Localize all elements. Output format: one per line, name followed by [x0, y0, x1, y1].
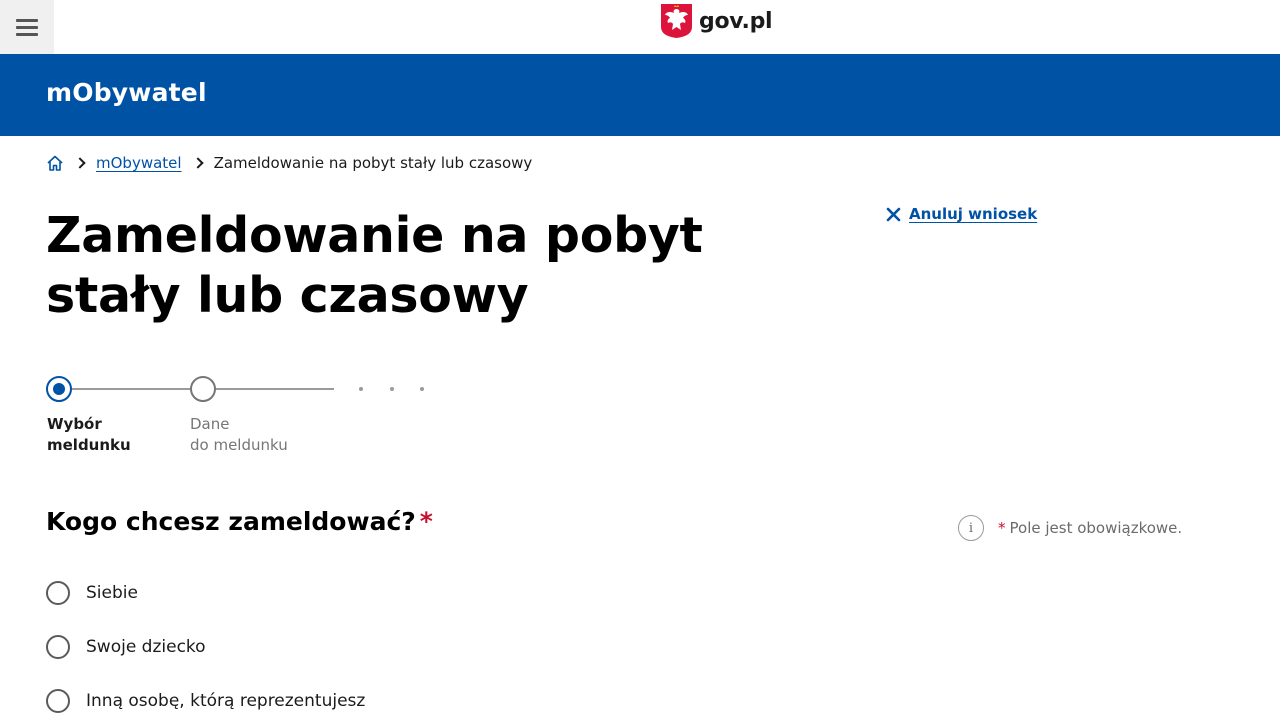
page-title: Zameldowanie na pobyt stały lub czasowy [46, 207, 703, 324]
required-note-star: * [998, 519, 1006, 537]
step-2-label: Dane do meldunku [190, 414, 288, 456]
polish-eagle-emblem-icon [661, 4, 692, 38]
step-1-label: Wybór meldunku [47, 414, 131, 456]
radio-option-self[interactable]: Siebie [46, 581, 138, 605]
breadcrumb-link-mobywatel[interactable]: mObywatel [96, 154, 182, 172]
radio-button[interactable] [46, 689, 70, 713]
question-text: Kogo chcesz zameldować? [46, 507, 416, 536]
cancel-label: Anuluj wniosek [909, 205, 1038, 223]
step-2-label-line1: Dane [190, 415, 230, 433]
step-1-label-line1: Wybór [47, 415, 102, 433]
chevron-right-icon [74, 157, 86, 169]
app-header: mObywatel [0, 54, 1280, 136]
more-steps-dot [359, 387, 363, 391]
radio-button[interactable] [46, 635, 70, 659]
required-field-note: i * Pole jest obowiązkowe. [958, 515, 1182, 541]
brand-text: gov.pl [699, 8, 773, 34]
menu-bar [16, 25, 38, 29]
radio-label: Swoje dziecko [86, 637, 206, 657]
breadcrumb: mObywatel Zameldowanie na pobyt stały lu… [46, 152, 532, 174]
progress-stepper: Wybór meldunku Dane do meldunku [46, 376, 446, 466]
step-1-indicator-active [46, 376, 72, 402]
more-steps-dot [390, 387, 394, 391]
radio-option-other-person[interactable]: Inną osobę, którą reprezentujesz [46, 689, 365, 713]
radio-option-child[interactable]: Swoje dziecko [46, 635, 206, 659]
close-icon [886, 207, 901, 221]
more-steps-dot [420, 387, 424, 391]
stepper-connector [216, 388, 334, 390]
required-note-text: * Pole jest obowiązkowe. [998, 519, 1182, 537]
step-2-label-line2: do meldunku [190, 436, 288, 454]
menu-bar [16, 32, 38, 36]
required-mark: * [419, 507, 433, 536]
question-heading: Kogo chcesz zameldować? * [46, 507, 433, 536]
gov-pl-logo[interactable]: gov.pl [660, 3, 773, 39]
step-1-label-line2: meldunku [47, 436, 131, 454]
chevron-right-icon [191, 157, 204, 169]
top-bar: gov.pl [0, 0, 1280, 54]
cancel-application-link[interactable]: Anuluj wniosek [886, 205, 1037, 223]
stepper-connector [72, 388, 190, 390]
app-title[interactable]: mObywatel [46, 78, 207, 107]
home-icon[interactable] [46, 154, 64, 172]
hamburger-menu-icon[interactable] [0, 0, 54, 54]
breadcrumb-current: Zameldowanie na pobyt stały lub czasowy [213, 154, 533, 172]
info-icon[interactable]: i [958, 515, 984, 541]
radio-label: Siebie [86, 583, 138, 603]
required-note-label: Pole jest obowiązkowe. [1009, 519, 1183, 537]
radio-button[interactable] [46, 581, 70, 605]
radio-label: Inną osobę, którą reprezentujesz [86, 691, 366, 711]
step-2-indicator [190, 376, 216, 402]
menu-bar [16, 18, 38, 22]
